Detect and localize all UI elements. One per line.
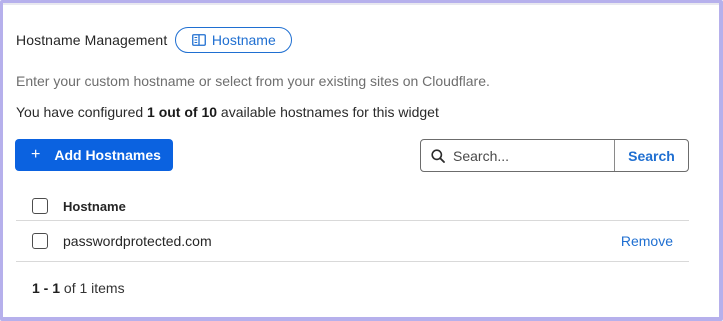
- hostname-table: Hostname passwordprotected.com Remove: [16, 192, 689, 262]
- search-box: Search: [420, 139, 689, 172]
- table-row: passwordprotected.com Remove: [16, 221, 689, 262]
- hostname-chip-button[interactable]: Hostname: [175, 27, 293, 53]
- hostname-chip-label: Hostname: [211, 32, 276, 48]
- top-divider: [3, 3, 719, 5]
- header-row: Hostname Management Hostname: [16, 27, 293, 53]
- select-all-checkbox[interactable]: [32, 198, 48, 214]
- quota-suffix: available hostnames for this widget: [217, 104, 439, 120]
- quota-text: You have configured 1 out of 10 availabl…: [16, 104, 439, 120]
- search-field[interactable]: [421, 140, 615, 171]
- pagination-total: of 1 items: [60, 280, 125, 296]
- table-header-row: Hostname: [16, 192, 689, 221]
- row-checkbox[interactable]: [32, 233, 48, 249]
- search-icon: [431, 148, 445, 163]
- plus-icon: +: [31, 146, 41, 163]
- remove-link[interactable]: Remove: [621, 233, 673, 249]
- search-input[interactable]: [453, 147, 603, 164]
- pagination-summary: 1 - 1 of 1 items: [32, 280, 125, 296]
- description-text: Enter your custom hostname or select fro…: [16, 73, 490, 89]
- search-button[interactable]: Search: [615, 140, 688, 171]
- pagination-range: 1 - 1: [32, 280, 61, 296]
- quota-prefix: You have configured: [16, 104, 148, 120]
- section-title: Hostname Management: [16, 32, 168, 48]
- book-open-icon: [192, 34, 206, 46]
- add-hostnames-button[interactable]: + Add Hostnames: [15, 139, 173, 171]
- column-header-hostname: Hostname: [63, 198, 126, 214]
- add-hostnames-label: Add Hostnames: [54, 147, 161, 163]
- hostname-cell: passwordprotected.com: [63, 233, 212, 249]
- quota-count: 1 out of 10: [147, 104, 218, 120]
